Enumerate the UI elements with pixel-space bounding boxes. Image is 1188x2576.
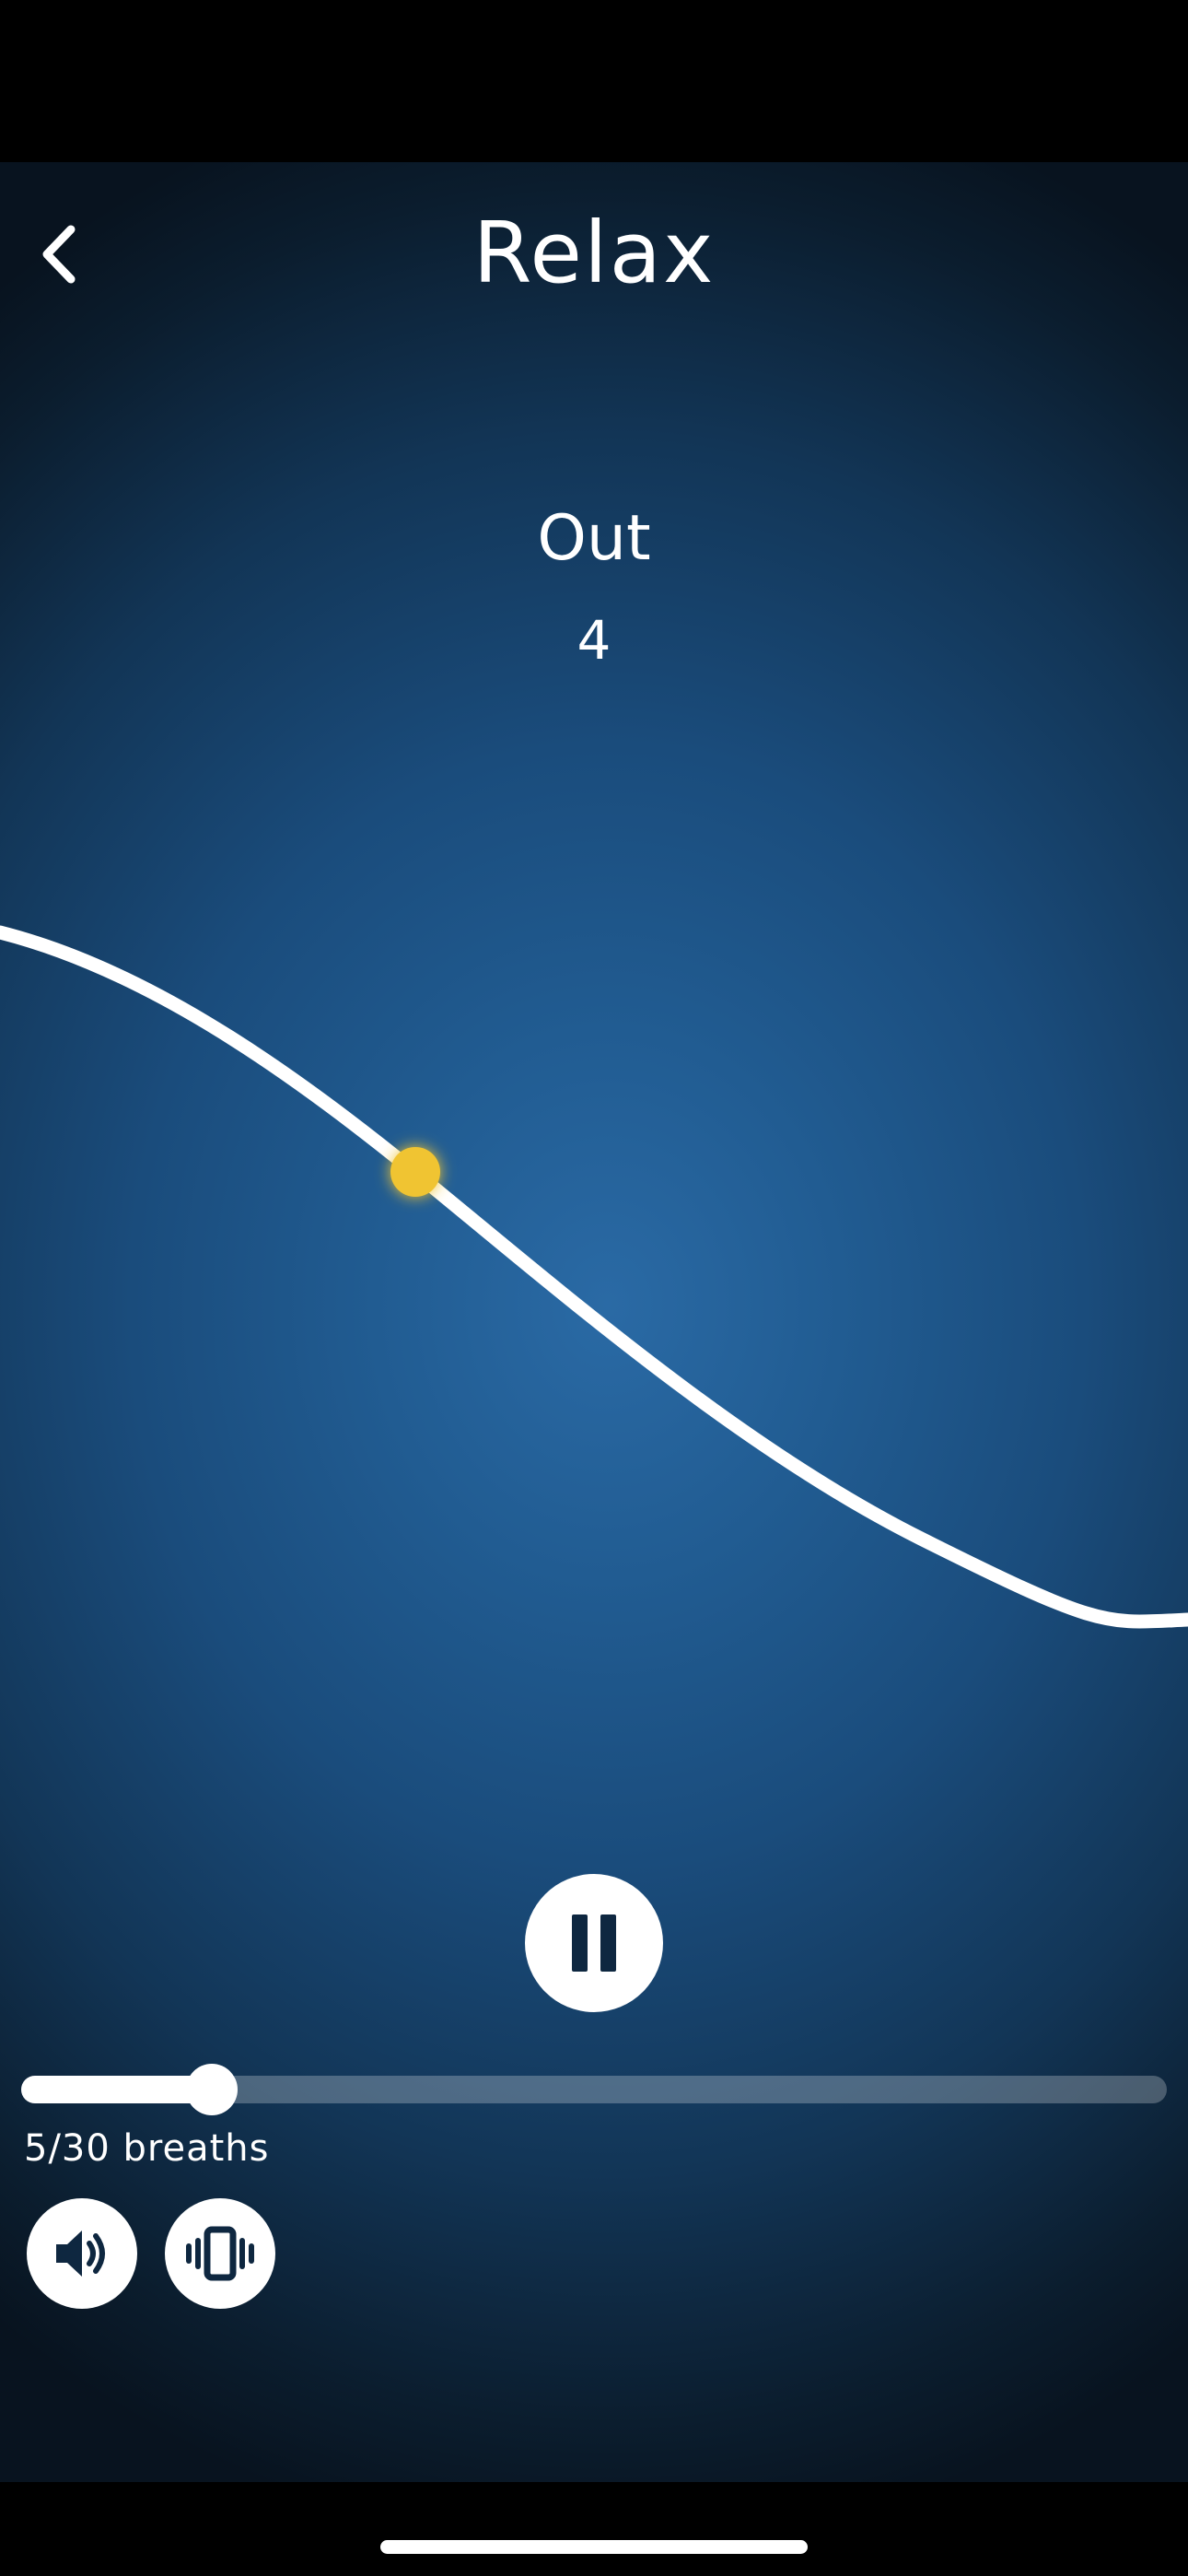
sound-toggle-button[interactable] [27,2198,137,2309]
status-bar [0,0,1188,162]
pause-button[interactable] [525,1874,663,2012]
breath-countdown: 4 [577,609,611,672]
breath-progress-bar [21,2064,1167,2115]
speaker-icon [56,2231,105,2277]
breath-progress-fill [21,2076,212,2103]
breaths-counter: 5/30 breaths [24,2127,270,2170]
breath-phase-label: Out [537,502,651,575]
pause-icon [572,1914,616,1972]
haptic-toggle-button[interactable] [165,2198,275,2309]
page-title: Relax [472,204,716,302]
breathing-screen: Relax Out 4 5/30 breaths [0,0,1188,2576]
home-indicator[interactable] [380,2540,808,2554]
vibrate-icon [186,2226,254,2281]
breath-progress-handle[interactable] [186,2064,238,2115]
home-bar-area [0,2482,1188,2576]
